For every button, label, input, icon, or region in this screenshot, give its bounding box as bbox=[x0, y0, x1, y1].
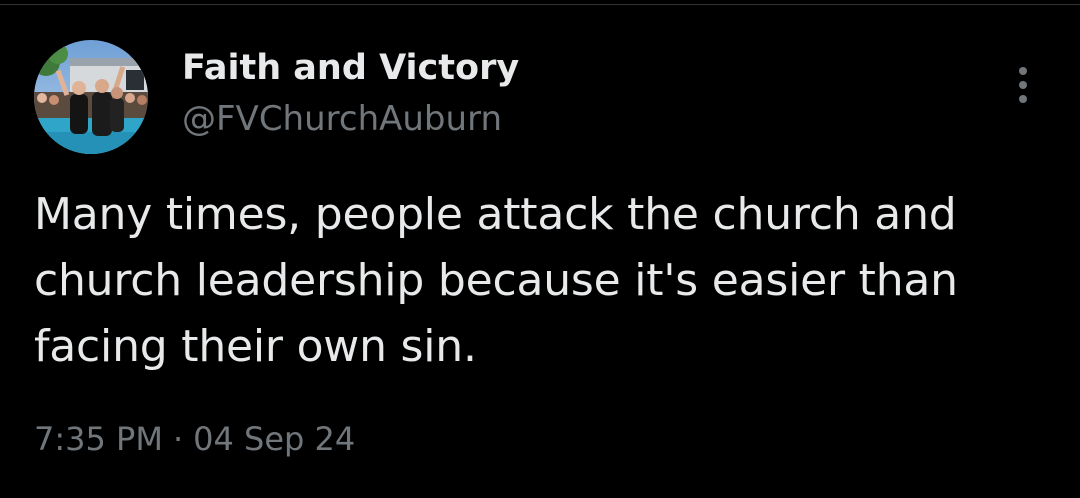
author-name[interactable]: Faith and Victory bbox=[182, 47, 519, 89]
more-vertical-icon-dot bbox=[1019, 81, 1027, 89]
tweet-meta: 7:35 PM · 04 Sep 24 bbox=[34, 417, 355, 461]
more-options-button[interactable] bbox=[1002, 62, 1044, 108]
more-vertical-icon-dot bbox=[1019, 95, 1027, 103]
top-divider bbox=[0, 4, 1080, 5]
tweet-text: Many times, people attack the church and… bbox=[34, 189, 958, 372]
meta-separator: · bbox=[172, 420, 184, 458]
avatar[interactable] bbox=[34, 40, 148, 154]
tweet-time[interactable]: 7:35 PM bbox=[34, 420, 163, 458]
tweet-date[interactable]: 04 Sep 24 bbox=[193, 420, 355, 458]
avatar-photo bbox=[34, 40, 148, 154]
more-vertical-icon bbox=[1019, 67, 1027, 75]
author-handle[interactable]: @FVChurchAuburn bbox=[182, 98, 502, 140]
